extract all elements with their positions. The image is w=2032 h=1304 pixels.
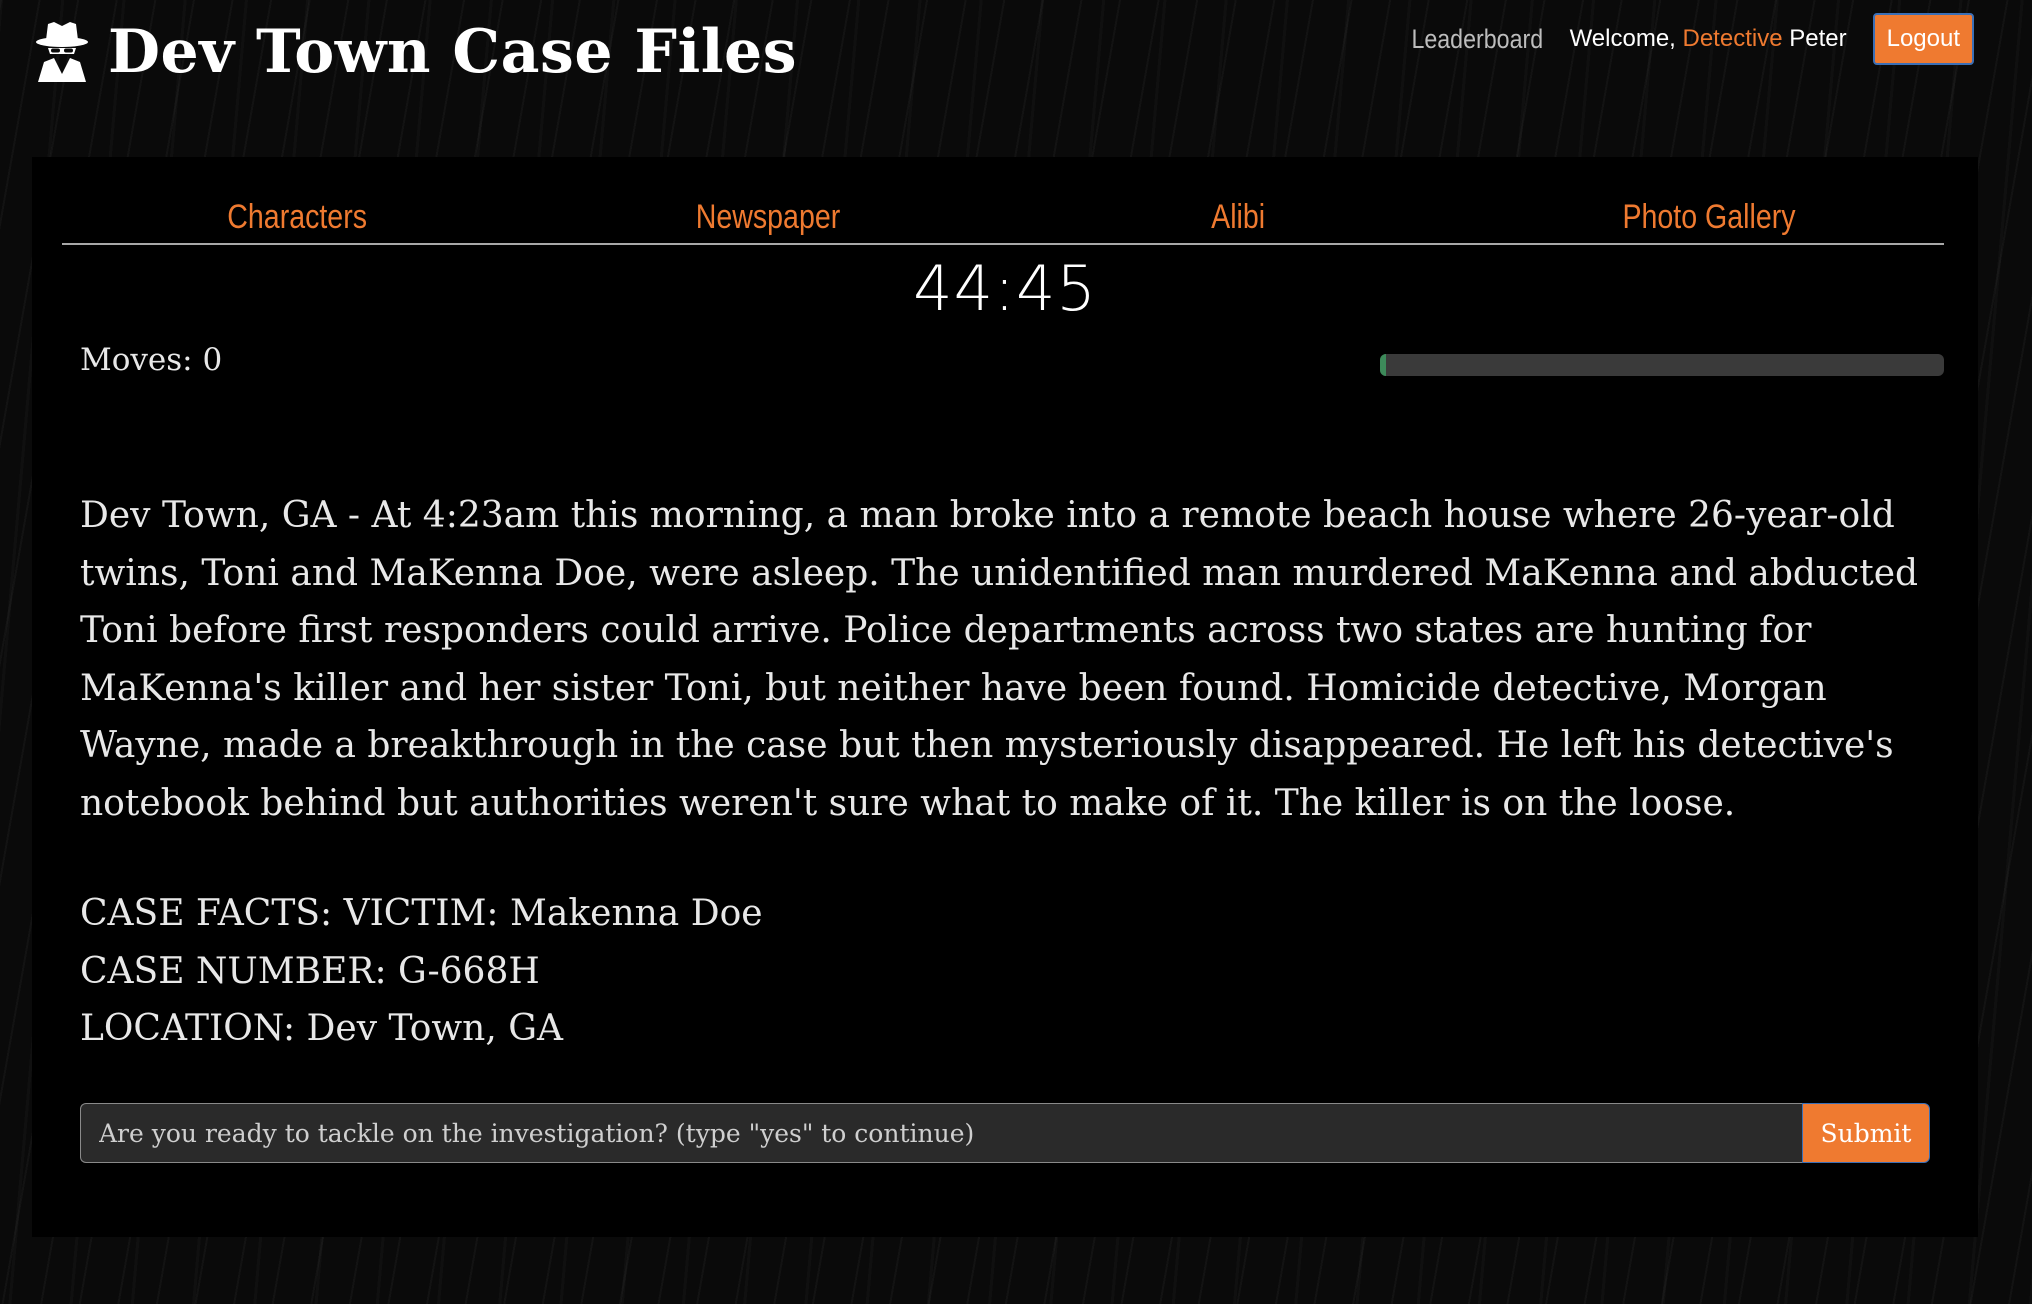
tab-label: Alibi [1211, 198, 1266, 236]
top-nav: Leaderboard Welcome, Detective Peter Log… [1390, 13, 1974, 65]
case-tabs: Characters Newspaper Alibi Photo Gallery [62, 195, 1944, 245]
case-fact-victim: CASE FACTS: VICTIM: Makenna Doe [80, 893, 763, 934]
welcome-prefix: Welcome, [1569, 25, 1683, 52]
site-title: Dev Town Case Files [108, 17, 798, 87]
case-panel: Characters Newspaper Alibi Photo Gallery… [32, 157, 1978, 1237]
tab-label: Characters [227, 198, 368, 236]
answer-form: Submit [80, 1103, 1930, 1163]
username: Peter [1789, 25, 1847, 52]
spy-detective-icon [36, 22, 88, 82]
logout-button[interactable]: Logout [1872, 13, 1974, 65]
tab-photo-gallery[interactable]: Photo Gallery [1474, 195, 1945, 243]
tab-label: Newspaper [695, 198, 840, 236]
progress-bar-fill [1380, 354, 1386, 376]
case-fact-number: CASE NUMBER: G-668H [80, 950, 540, 992]
case-fact-location: LOCATION: Dev Town, GA [80, 1008, 564, 1049]
tab-characters[interactable]: Characters [62, 195, 533, 243]
user-rank: Detective [1682, 25, 1783, 52]
tab-label: Photo Gallery [1622, 198, 1796, 236]
moves-counter: Moves: 0 [80, 342, 223, 378]
leaderboard-link[interactable]: Leaderboard [1412, 24, 1544, 55]
case-facts: CASE FACTS: VICTIM: Makenna Doe CASE NUM… [80, 885, 763, 1058]
progress-bar [1380, 354, 1944, 376]
tab-newspaper[interactable]: Newspaper [533, 195, 1004, 243]
welcome-message: Welcome, Detective Peter [1570, 25, 1847, 53]
submit-button[interactable]: Submit [1802, 1103, 1930, 1163]
countdown-timer: 44:45 [913, 252, 1097, 325]
story-text: Dev Town, GA - At 4:23am this morning, a… [80, 495, 1919, 824]
brand: Dev Town Case Files [34, 12, 797, 92]
answer-input[interactable] [80, 1103, 1802, 1163]
site-header: Dev Town Case Files Leaderboard Welcome,… [0, 0, 2032, 110]
tab-alibi[interactable]: Alibi [1003, 195, 1474, 243]
